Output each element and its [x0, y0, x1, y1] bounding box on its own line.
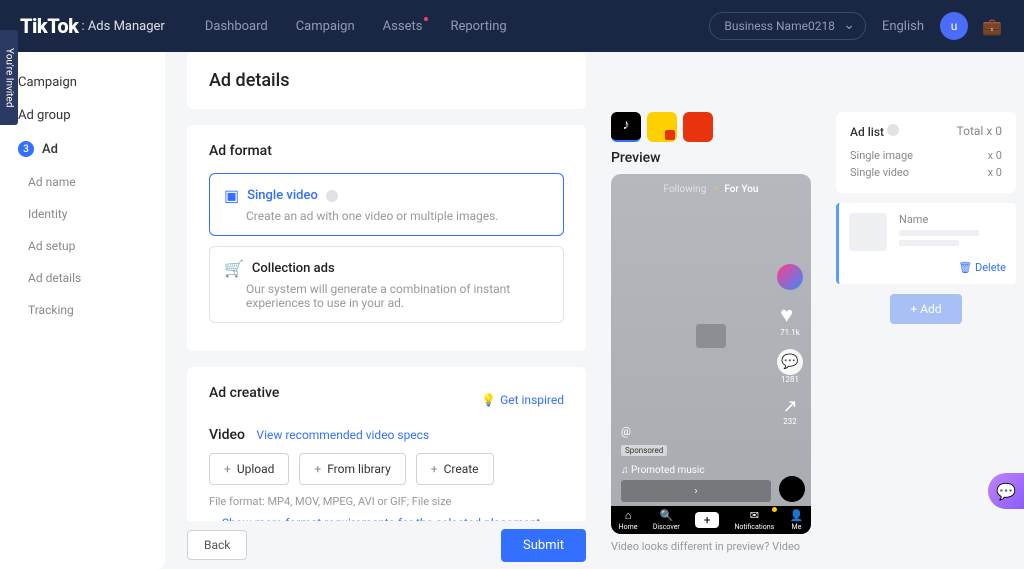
preview-cta-button: ›	[621, 480, 771, 502]
phone-nav-discover: 🔍Discover	[653, 509, 680, 531]
ad-list-total: Total x 0	[957, 124, 1002, 139]
info-icon[interactable]	[887, 124, 899, 136]
ad-format-card: Ad format ▣ Single video Create an ad wi…	[187, 125, 586, 351]
video-placeholder-icon	[696, 324, 726, 348]
ad-item-name: Name	[899, 213, 979, 226]
preview-app-tabs: ♪	[609, 112, 824, 142]
ad-thumbnail	[849, 213, 887, 251]
file-format-info: File format: MP4, MOV, MPEG, AVI or GIF;…	[209, 495, 564, 508]
page-title: Ad details	[209, 70, 564, 91]
preview-note: Video looks different in preview? Video	[611, 540, 824, 553]
nav-dashboard[interactable]: Dashboard	[205, 19, 268, 34]
user-avatar[interactable]: u	[940, 12, 968, 40]
preview-app-2[interactable]	[647, 112, 677, 142]
skeleton-line	[899, 240, 959, 246]
phone-nav-home: ⌂Home	[619, 509, 638, 531]
nav-menu: Dashboard Campaign Assets Reporting	[205, 19, 507, 34]
create-button[interactable]: Create	[416, 453, 494, 485]
ad-item-card[interactable]: Name Delete	[836, 203, 1016, 284]
get-inspired-link[interactable]: Get inspired	[481, 393, 564, 407]
language-selector[interactable]: English	[882, 19, 924, 34]
format-collection-desc: Our system will generate a combination o…	[246, 282, 549, 310]
ad-list-title: Ad list	[850, 125, 884, 139]
comment-icon: 💬	[777, 349, 803, 375]
like-count: 71.1k	[780, 328, 800, 337]
bottom-bar: Back Submit	[187, 521, 586, 569]
chat-support-icon[interactable]: 💬	[988, 473, 1024, 509]
from-library-button[interactable]: From library	[299, 453, 405, 485]
preview-avatar-icon	[777, 264, 803, 290]
ad-list-single-video-label: Single video	[850, 166, 909, 179]
sidebar-tracking[interactable]: Tracking	[0, 294, 165, 326]
add-ad-button[interactable]: + Add	[890, 294, 961, 324]
video-icon: ▣	[224, 186, 239, 205]
sidebar: Campaign Ad group 3 Ad Ad name Identity …	[0, 52, 165, 569]
preview-following-tab[interactable]: Following	[664, 184, 707, 195]
comment-count: 1281	[777, 375, 803, 384]
sidebar-ad[interactable]: 3 Ad	[0, 132, 165, 166]
format-single-video-title: Single video	[247, 188, 318, 203]
cart-icon: 🛒	[224, 259, 244, 278]
skeleton-line	[899, 230, 979, 236]
ad-details-header-card: Ad details	[187, 52, 586, 109]
logo: TikTok	[20, 14, 78, 38]
preview-foryou-tab[interactable]: For You	[724, 184, 758, 195]
delete-ad-button[interactable]: Delete	[849, 261, 1006, 274]
ad-list-summary: Ad list Total x 0 Single image x 0 Single…	[836, 112, 1016, 193]
phone-preview: Following For You ♥ 71.1k 💬 1281 ↗	[611, 174, 811, 534]
sidebar-adgroup[interactable]: Ad group	[0, 99, 165, 132]
preview-title: Preview	[611, 150, 824, 166]
preview-handle: @	[621, 425, 631, 438]
preview-app-tiktok[interactable]: ♪	[611, 112, 641, 142]
info-icon[interactable]	[326, 190, 338, 202]
business-selector[interactable]: Business Name0218	[709, 12, 866, 40]
format-collection[interactable]: 🛒 Collection ads Our system will generat…	[209, 246, 564, 323]
phone-nav-plus: +	[695, 512, 719, 528]
submit-button[interactable]: Submit	[501, 529, 586, 562]
step-number: 3	[18, 141, 34, 157]
phone-nav-me: 👤Me	[790, 509, 804, 531]
nav-campaign[interactable]: Campaign	[296, 19, 355, 34]
briefcase-icon[interactable]: 💼	[980, 14, 1004, 38]
sidebar-ad-name[interactable]: Ad name	[0, 166, 165, 198]
music-disc-icon	[779, 476, 805, 502]
share-count: 232	[782, 417, 797, 426]
logo-suffix: : Ads Manager	[81, 19, 164, 34]
ad-creative-card: Ad creative Get inspired Video View reco…	[187, 367, 586, 521]
sidebar-ad-setup[interactable]: Ad setup	[0, 230, 165, 262]
format-single-video[interactable]: ▣ Single video Create an ad with one vid…	[209, 173, 564, 236]
ad-format-heading: Ad format	[209, 143, 564, 159]
ad-list-single-image-label: Single image	[850, 149, 913, 162]
back-button[interactable]: Back	[187, 530, 247, 560]
sponsored-badge: Sponsored	[621, 445, 667, 456]
nav-reporting[interactable]: Reporting	[450, 19, 506, 34]
format-single-video-desc: Create an ad with one video or multiple …	[246, 209, 549, 223]
invite-tab[interactable]: You're Invited	[0, 30, 18, 125]
sidebar-ad-details[interactable]: Ad details	[0, 262, 165, 294]
sidebar-identity[interactable]: Identity	[0, 198, 165, 230]
top-navigation: TikTok : Ads Manager Dashboard Campaign …	[0, 0, 1024, 52]
sidebar-campaign[interactable]: Campaign	[0, 66, 165, 99]
phone-nav-notifications: ✉Notifications	[734, 509, 774, 531]
ad-list-single-image-count: x 0	[988, 149, 1002, 162]
share-icon: ↗	[782, 396, 797, 417]
format-collection-title: Collection ads	[252, 261, 335, 276]
upload-button[interactable]: Upload	[209, 453, 289, 485]
nav-assets[interactable]: Assets	[383, 19, 423, 34]
phone-bottom-nav: ⌂Home 🔍Discover + ✉Notifications 👤Me	[611, 506, 811, 534]
video-label: Video View recommended video specs	[209, 427, 564, 443]
preview-music: Promoted music	[621, 465, 705, 476]
preview-app-3[interactable]	[683, 112, 713, 142]
ad-creative-heading: Ad creative	[209, 385, 279, 401]
video-specs-link[interactable]: View recommended video specs	[256, 428, 429, 442]
heart-icon: ♥	[780, 302, 800, 328]
ad-list-single-video-count: x 0	[988, 166, 1002, 179]
